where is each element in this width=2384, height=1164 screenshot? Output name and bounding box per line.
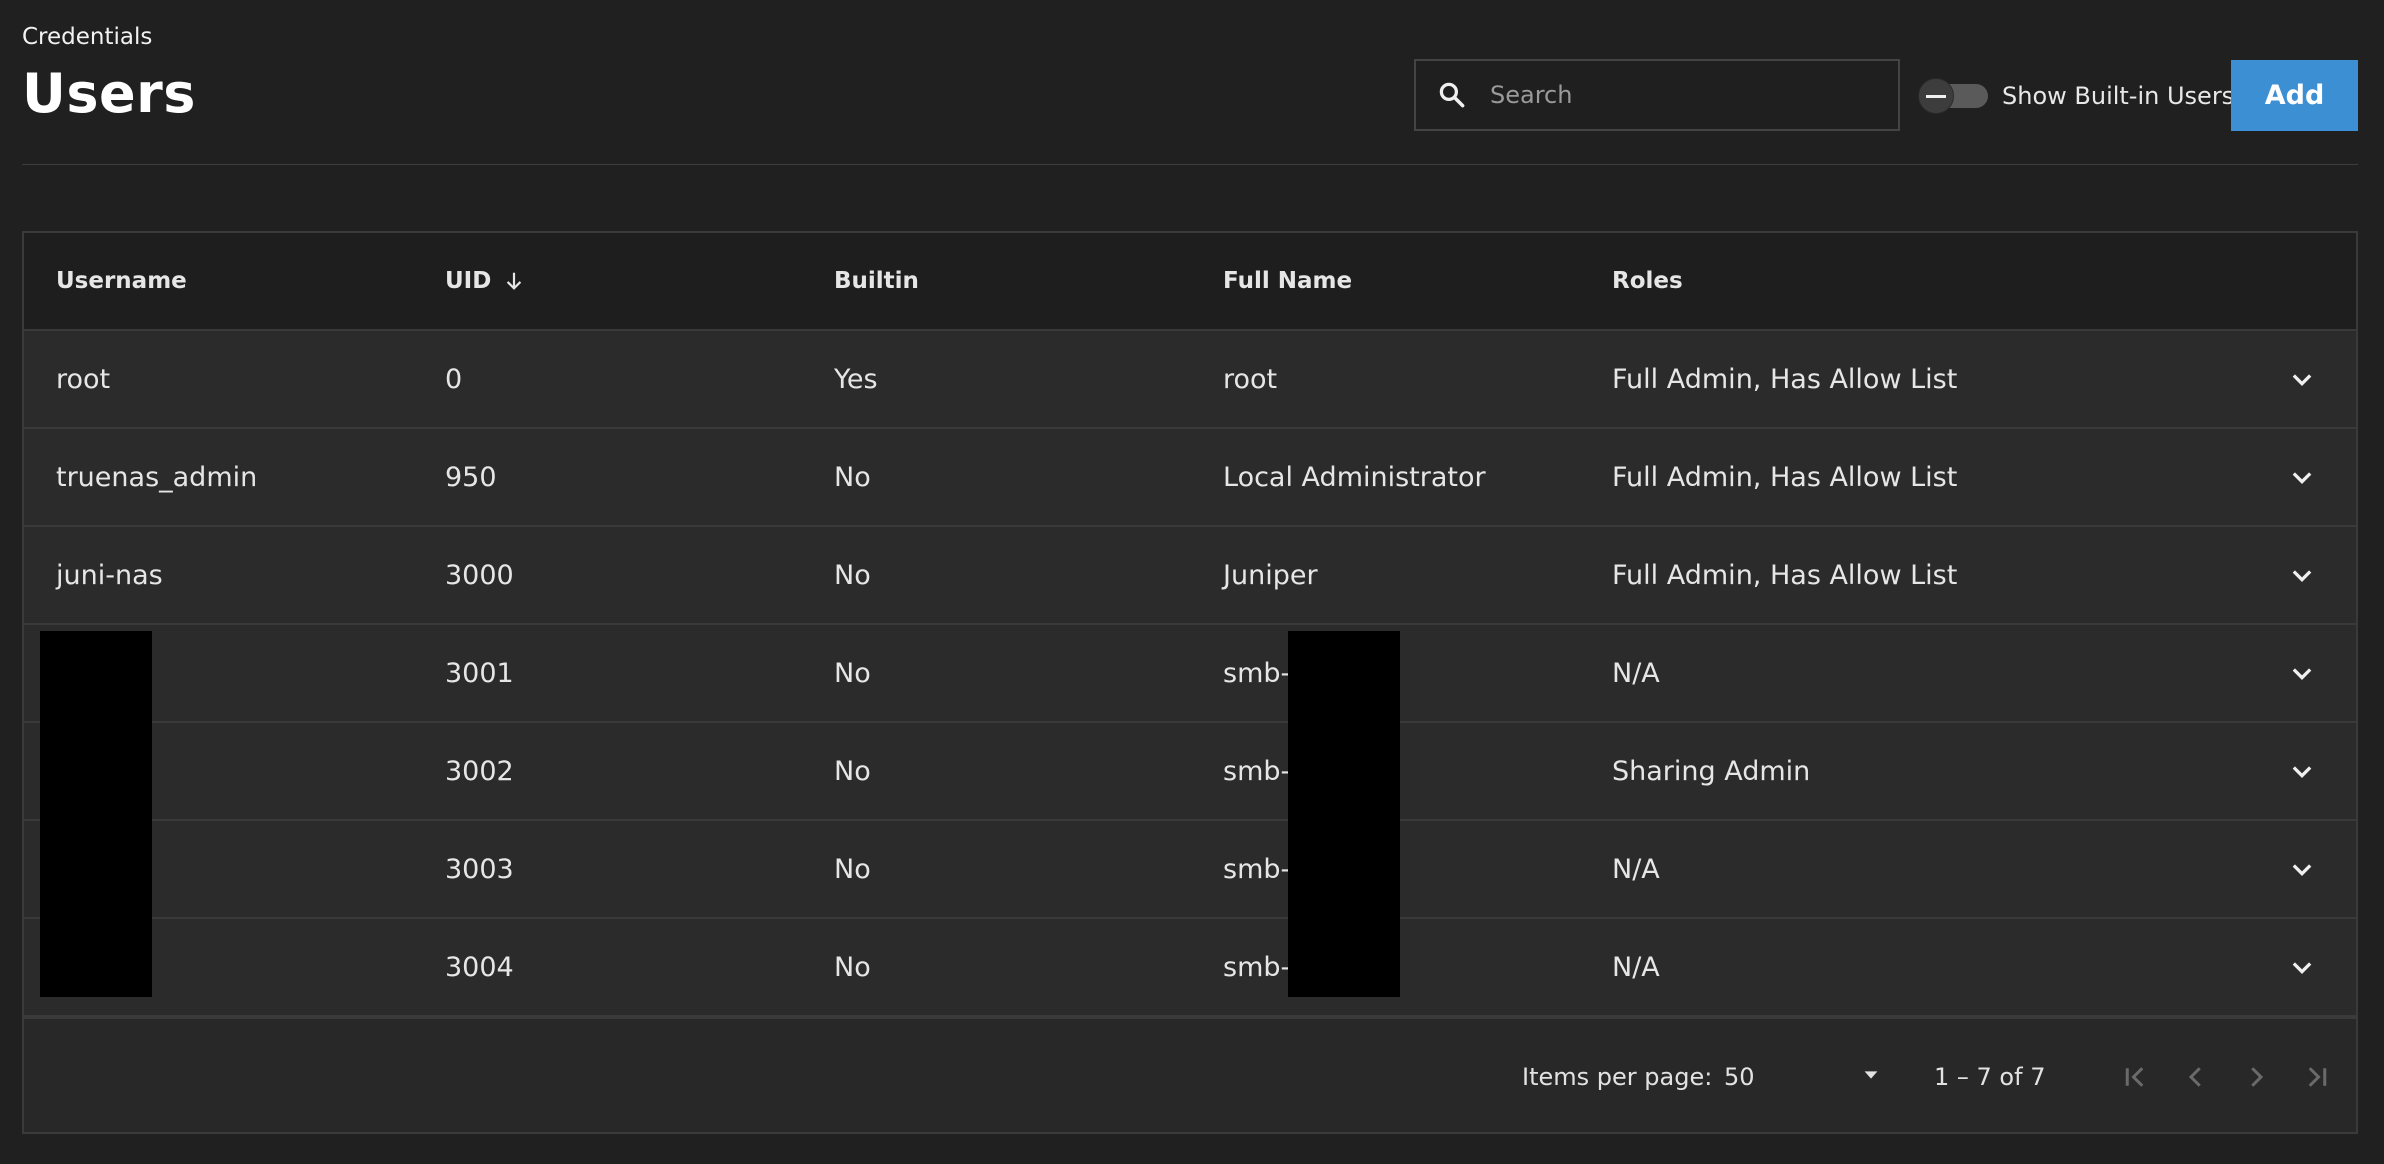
- header-divider: [22, 164, 2358, 165]
- cell-builtin: No: [834, 657, 871, 689]
- cell-full-name: smb-: [1223, 657, 1291, 689]
- first-page-icon[interactable]: [2114, 1055, 2158, 1099]
- cell-username: root: [56, 363, 111, 395]
- show-builtin-users-toggle[interactable]: Show Built-in Users: [1918, 78, 2234, 114]
- cell-full-name: Juniper: [1223, 559, 1318, 591]
- cell-builtin: No: [834, 461, 871, 493]
- users-table: Username UID Builtin Full Name Roles roo…: [22, 231, 2358, 1134]
- cell-full-name: Local Administrator: [1223, 461, 1486, 493]
- next-page-icon[interactable]: [2234, 1055, 2278, 1099]
- column-header-username[interactable]: Username: [56, 233, 187, 329]
- cell-uid: 3000: [445, 559, 514, 591]
- cell-full-name: smb-: [1223, 853, 1291, 885]
- column-header-builtin[interactable]: Builtin: [834, 233, 919, 329]
- items-per-page-value: 50: [1724, 1063, 1755, 1091]
- cell-builtin: No: [834, 853, 871, 885]
- cell-builtin: No: [834, 559, 871, 591]
- cell-uid: 3004: [445, 951, 514, 983]
- cell-uid: 3003: [445, 853, 514, 885]
- cell-roles: Full Admin, Has Allow List: [1612, 559, 1958, 591]
- page-title: Users: [22, 62, 196, 125]
- table-row[interactable]: truenas_admin 950 No Local Administrator…: [24, 429, 2356, 527]
- column-header-roles[interactable]: Roles: [1612, 233, 1683, 329]
- cell-roles: N/A: [1612, 951, 1660, 983]
- toggle-switch[interactable]: [1918, 78, 1992, 114]
- cell-uid: 3002: [445, 755, 514, 787]
- cell-full-name: root: [1223, 363, 1278, 395]
- cell-uid: 0: [445, 363, 463, 395]
- search-icon: [1416, 61, 1488, 129]
- last-page-icon[interactable]: [2294, 1055, 2338, 1099]
- table-row[interactable]: 3001 No smb- N/A: [24, 625, 2356, 723]
- cell-roles: Full Admin, Has Allow List: [1612, 363, 1958, 395]
- redaction-block-full-name: [1288, 631, 1400, 997]
- items-per-page-select[interactable]: 50: [1722, 1049, 1882, 1105]
- cell-roles: Sharing Admin: [1612, 755, 1811, 787]
- sort-descending-arrow-icon: [503, 270, 525, 292]
- cell-full-name: smb-: [1223, 951, 1291, 983]
- chevron-down-icon[interactable]: [2278, 649, 2326, 697]
- chevron-down-icon[interactable]: [2278, 355, 2326, 403]
- chevron-down-icon[interactable]: [2278, 453, 2326, 501]
- page-range-label: 1 – 7 of 7: [1934, 1062, 2046, 1091]
- chevron-down-icon[interactable]: [2278, 943, 2326, 991]
- minus-icon: [1926, 94, 1946, 98]
- users-page: Credentials Users Show Built-in Users Ad…: [0, 0, 2384, 1164]
- search-box[interactable]: [1414, 59, 1900, 131]
- cell-builtin: No: [834, 755, 871, 787]
- breadcrumb[interactable]: Credentials: [22, 24, 152, 50]
- column-header-uid[interactable]: UID: [445, 233, 525, 329]
- previous-page-icon[interactable]: [2174, 1055, 2218, 1099]
- table-row[interactable]: 3004 No smb- N/A: [24, 919, 2356, 1017]
- table-row[interactable]: root 0 Yes root Full Admin, Has Allow Li…: [24, 331, 2356, 429]
- cell-roles: Full Admin, Has Allow List: [1612, 461, 1958, 493]
- paginator: Items per page: 50 1 – 7 of 7: [24, 1017, 2356, 1132]
- cell-full-name: smb-: [1223, 755, 1291, 787]
- table-row[interactable]: 3002 No smb- Sharing Admin: [24, 723, 2356, 821]
- cell-builtin: No: [834, 951, 871, 983]
- redaction-block-username: [40, 631, 152, 997]
- chevron-down-icon[interactable]: [2278, 747, 2326, 795]
- add-button[interactable]: Add: [2231, 60, 2358, 131]
- cell-roles: N/A: [1612, 853, 1660, 885]
- items-per-page-label: Items per page:: [1522, 1062, 1713, 1091]
- chevron-down-icon[interactable]: [2278, 551, 2326, 599]
- column-header-uid-label: UID: [445, 268, 492, 294]
- dropdown-arrow-icon: [1860, 1064, 1882, 1090]
- toggle-thumb: [1918, 78, 1954, 114]
- chevron-down-icon[interactable]: [2278, 845, 2326, 893]
- search-input[interactable]: [1488, 60, 1898, 130]
- cell-uid: 950: [445, 461, 497, 493]
- cell-uid: 3001: [445, 657, 514, 689]
- cell-username: juni-nas: [56, 559, 163, 591]
- cell-roles: N/A: [1612, 657, 1660, 689]
- cell-builtin: Yes: [834, 363, 878, 395]
- table-row[interactable]: juni-nas 3000 No Juniper Full Admin, Has…: [24, 527, 2356, 625]
- cell-username: truenas_admin: [56, 461, 258, 493]
- toggle-label: Show Built-in Users: [2002, 82, 2235, 110]
- table-header: Username UID Builtin Full Name Roles: [24, 233, 2356, 331]
- table-row[interactable]: 3003 No smb- N/A: [24, 821, 2356, 919]
- column-header-full-name[interactable]: Full Name: [1223, 233, 1352, 329]
